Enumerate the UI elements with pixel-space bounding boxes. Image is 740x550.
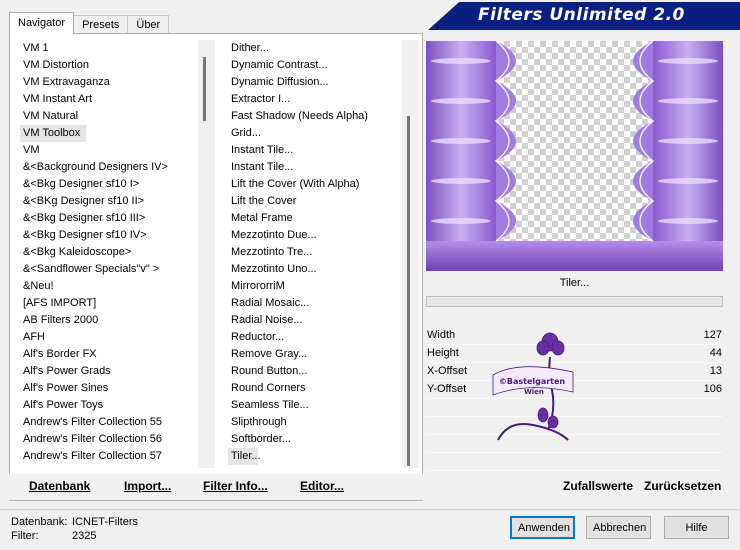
filter-item[interactable]: Extractor I...: [228, 91, 378, 108]
random-values-button[interactable]: Zufallswerte: [563, 479, 633, 493]
filter-item[interactable]: Dynamic Diffusion...: [228, 74, 378, 91]
filter-item[interactable]: Dither...: [228, 40, 378, 57]
category-item[interactable]: Andrew's Filter Collection 55: [20, 414, 198, 431]
preview-tiles: [426, 41, 723, 271]
category-item[interactable]: &Neu!: [20, 278, 198, 295]
filter-item[interactable]: Lift the Cover (With Alpha): [228, 176, 378, 193]
category-item[interactable]: VM 1: [20, 40, 198, 57]
param-label: Height: [427, 347, 459, 359]
category-item[interactable]: &<BKg Designer sf10 II>: [20, 193, 198, 210]
category-item[interactable]: Andrew's Filter Collection 58: [20, 465, 198, 468]
filter-item[interactable]: Round Corners: [228, 380, 378, 397]
watermark-text: Wien: [524, 388, 544, 396]
param-row-empty: [426, 453, 723, 471]
filter-item[interactable]: Radial Noise...: [228, 312, 378, 329]
tab-uber[interactable]: Über: [127, 15, 170, 34]
filter-item[interactable]: Lift the Cover: [228, 193, 378, 210]
filter-list[interactable]: Dither... Dynamic Contrast... Dynamic Diff…: [228, 40, 378, 468]
filter-item[interactable]: Radial Mosaic...: [228, 295, 378, 312]
category-item[interactable]: &<Bkg Kaleidoscope>: [20, 244, 198, 261]
category-item[interactable]: VM Distortion: [20, 57, 198, 74]
status-filter-label: Filter:: [11, 530, 39, 542]
reset-button[interactable]: Zurücksetzen: [644, 479, 721, 493]
tab-presets[interactable]: Presets: [73, 15, 129, 34]
param-label: Y-Offset: [427, 383, 467, 395]
filter-item[interactable]: Remove Gray...: [228, 346, 378, 363]
divider: [0, 509, 740, 510]
filter-item[interactable]: Round Button...: [228, 363, 378, 380]
filter-item[interactable]: Tracer...: [228, 465, 378, 468]
category-item[interactable]: &<Background Designers IV>: [20, 159, 198, 176]
category-list[interactable]: VM 1 VM Distortion VM Extravaganza VM Insta…: [20, 40, 198, 468]
status-database-value: ICNET-Filters: [72, 516, 138, 528]
category-item[interactable]: Andrew's Filter Collection 57: [20, 448, 198, 465]
category-item[interactable]: &<Bkg Designer sf10 III>: [20, 210, 198, 227]
category-scroll-thumb[interactable]: [203, 57, 206, 121]
cancel-button[interactable]: Abbrechen: [586, 516, 651, 539]
category-item[interactable]: VM Toolbox: [20, 125, 86, 142]
watermark-text: ©Bastelgarten: [499, 377, 566, 386]
filter-item[interactable]: Mezzotinto Uno...: [228, 261, 378, 278]
filter-item[interactable]: Tiler...: [228, 448, 261, 465]
category-item[interactable]: Alf's Border FX: [20, 346, 198, 363]
progress-bar: [426, 296, 723, 307]
filter-item[interactable]: Metal Frame: [228, 210, 378, 227]
category-item[interactable]: VM: [20, 142, 198, 159]
help-button[interactable]: Hilfe: [664, 516, 729, 539]
category-scrollbar[interactable]: [198, 40, 215, 468]
param-value[interactable]: 106: [704, 383, 722, 395]
param-value[interactable]: 13: [710, 365, 722, 377]
category-item[interactable]: &<Bkg Designer sf10 IV>: [20, 227, 198, 244]
filter-item[interactable]: Dynamic Contrast...: [228, 57, 378, 74]
category-item[interactable]: &<Bkg Designer sf10 I>: [20, 176, 198, 193]
param-value[interactable]: 44: [710, 347, 722, 359]
filter-item[interactable]: Instant Tile...: [228, 142, 378, 159]
category-item[interactable]: &<Sandflower Specials"v" >: [20, 261, 198, 278]
filter-item[interactable]: Mezzotinto Tre...: [228, 244, 378, 261]
status-filter-value: 2325: [72, 530, 97, 542]
editor-button[interactable]: Editor...: [300, 479, 344, 493]
filter-item[interactable]: Grid...: [228, 125, 378, 142]
category-item[interactable]: VM Extravaganza: [20, 74, 198, 91]
filter-preview: [426, 41, 723, 271]
filter-item[interactable]: Softborder...: [228, 431, 378, 448]
filter-scrollbar[interactable]: [402, 40, 419, 468]
param-label: Width: [427, 329, 456, 341]
filter-info-button[interactable]: Filter Info...: [203, 479, 268, 493]
import-button[interactable]: Import...: [124, 479, 171, 493]
preview-filter-name: Tiler...: [559, 277, 590, 289]
filter-item[interactable]: MirrororriM: [228, 278, 378, 295]
category-item[interactable]: Alf's Power Sines: [20, 380, 198, 397]
param-value[interactable]: 127: [704, 329, 722, 341]
filter-item[interactable]: Fast Shadow (Needs Alpha): [228, 108, 378, 125]
param-label: X-Offset: [427, 365, 468, 377]
watermark-logo: ©Bastelgarten Wien: [492, 332, 574, 441]
filter-item[interactable]: Seamless Tile...: [228, 397, 378, 414]
filter-item[interactable]: Mezzotinto Due...: [228, 227, 378, 244]
category-item[interactable]: Alf's Power Toys: [20, 397, 198, 414]
category-item[interactable]: [AFS IMPORT]: [20, 295, 198, 312]
category-item[interactable]: Alf's Power Grads: [20, 363, 198, 380]
filter-item[interactable]: Reductor...: [228, 329, 378, 346]
category-item[interactable]: VM Natural: [20, 108, 198, 125]
database-button[interactable]: Datenbank: [29, 479, 90, 493]
category-item[interactable]: AB Filters 2000: [20, 312, 198, 329]
category-item[interactable]: AFH: [20, 329, 198, 346]
category-item[interactable]: VM Instant Art: [20, 91, 198, 108]
apply-button[interactable]: Anwenden: [510, 516, 575, 539]
app-title: Filters Unlimited 2.0: [478, 5, 685, 25]
filter-scroll-thumb[interactable]: [407, 116, 410, 466]
tab-bar: Navigator Presets Über: [9, 12, 170, 34]
filter-item[interactable]: Instant Tile...: [228, 159, 378, 176]
category-item[interactable]: Andrew's Filter Collection 56: [20, 431, 198, 448]
filter-item[interactable]: Slipthrough: [228, 414, 378, 431]
tab-navigator[interactable]: Navigator: [9, 12, 75, 34]
status-database-label: Datenbank:: [11, 516, 68, 528]
